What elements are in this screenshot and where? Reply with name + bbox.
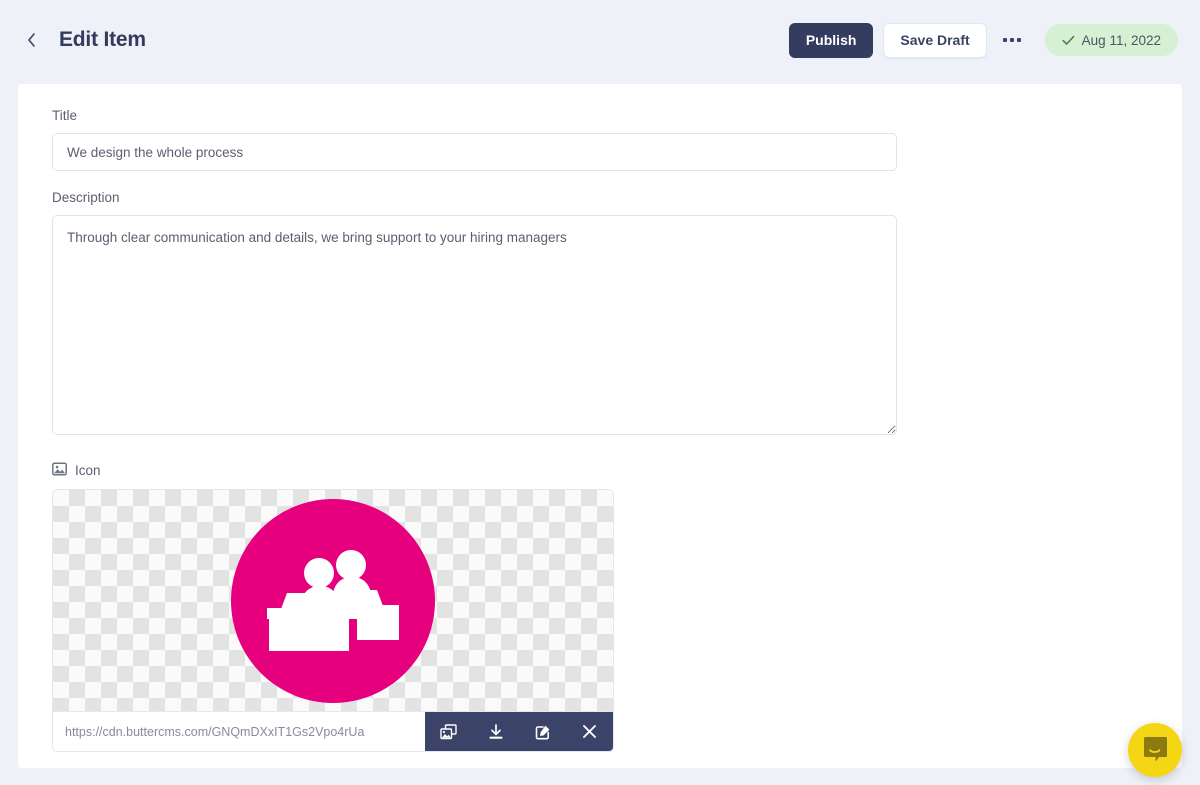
close-icon — [582, 724, 597, 739]
check-icon — [1062, 35, 1075, 46]
status-badge: Aug 11, 2022 — [1044, 24, 1178, 56]
edit-icon — [535, 724, 551, 740]
icon-field-label-row: Icon — [52, 462, 1182, 479]
description-field-label: Description — [52, 190, 120, 205]
chat-launcher-button[interactable] — [1128, 723, 1182, 777]
save-draft-button[interactable]: Save Draft — [883, 22, 987, 58]
remove-image-button[interactable] — [570, 712, 610, 751]
chevron-left-icon — [26, 32, 37, 48]
back-button[interactable] — [18, 27, 44, 53]
top-header-bar: Edit Item Publish Save Draft Aug 11, 202… — [0, 0, 1200, 80]
media-action-toolbar — [425, 712, 613, 751]
publish-button[interactable]: Publish — [788, 22, 874, 58]
edit-item-card: Title Description Icon — [18, 84, 1182, 768]
download-button[interactable] — [476, 712, 516, 751]
item-icon-image — [231, 498, 435, 703]
more-options-button[interactable] — [995, 23, 1029, 57]
download-icon — [488, 723, 504, 740]
copy-image-button[interactable] — [429, 712, 469, 751]
header-actions: Publish Save Draft Aug 11, 2022 — [788, 22, 1178, 58]
title-input[interactable] — [52, 133, 897, 171]
image-preview-area[interactable] — [53, 490, 613, 712]
media-footer — [53, 712, 613, 751]
ellipsis-icon — [1002, 38, 1021, 42]
description-field-group: Description — [52, 190, 1182, 440]
description-textarea[interactable] — [52, 215, 897, 435]
image-url-input[interactable] — [53, 712, 425, 751]
icon-field-group: Icon — [52, 462, 1182, 752]
icon-field-label: Icon — [75, 463, 101, 478]
media-widget — [52, 489, 614, 752]
image-icon — [52, 462, 67, 479]
edit-image-button[interactable] — [523, 712, 563, 751]
page-title: Edit Item — [59, 28, 146, 51]
title-field-label: Title — [52, 108, 78, 123]
title-field-group: Title — [52, 108, 1182, 171]
status-badge-date: Aug 11, 2022 — [1081, 32, 1161, 48]
copy-image-icon — [440, 723, 457, 740]
chat-bubble-icon — [1142, 735, 1169, 765]
